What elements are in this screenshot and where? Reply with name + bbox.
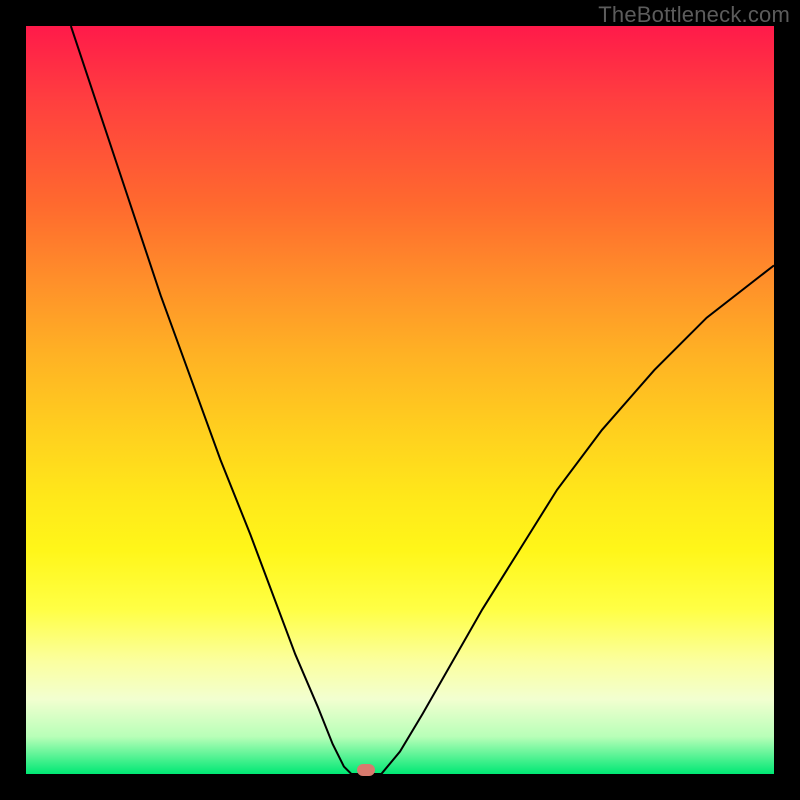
bottleneck-curve	[71, 26, 774, 774]
chart-frame: TheBottleneck.com	[0, 0, 800, 800]
watermark-text: TheBottleneck.com	[598, 2, 790, 28]
curve-svg	[26, 26, 774, 774]
optimal-point-marker	[357, 764, 375, 776]
